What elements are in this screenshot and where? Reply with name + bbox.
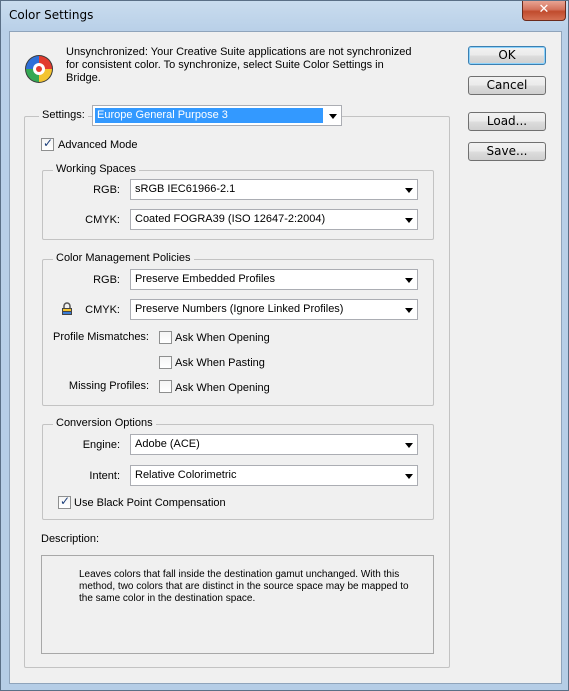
- policy-cmyk-label: CMYK:: [85, 304, 120, 316]
- description-line1: Leaves colors that fall inside the desti…: [79, 569, 400, 580]
- missing-ask-when-opening-label: Ask When Opening: [175, 382, 270, 394]
- working-cmyk-label: CMYK:: [85, 214, 120, 226]
- intent-label: Intent:: [89, 470, 120, 482]
- advanced-mode-label: Advanced Mode: [58, 139, 138, 151]
- settings-label: Settings:: [39, 109, 88, 121]
- save-button[interactable]: Save...: [468, 142, 546, 161]
- intent-dropdown[interactable]: Relative Colorimetric: [130, 465, 418, 486]
- ask-when-pasting-label: Ask When Pasting: [175, 357, 265, 369]
- engine-value: Adobe (ACE): [135, 438, 200, 450]
- load-button[interactable]: Load...: [468, 112, 546, 131]
- advanced-mode-checkbox[interactable]: ✓: [41, 136, 54, 151]
- close-button[interactable]: ✕: [522, 1, 566, 21]
- close-icon: ✕: [538, 2, 550, 17]
- conversion-options-title: Conversion Options: [53, 417, 156, 429]
- working-rgb-value: sRGB IEC61966-2.1: [135, 183, 236, 195]
- description-box: Leaves colors that fall inside the desti…: [41, 555, 434, 654]
- ask-when-opening-checkbox[interactable]: [159, 331, 172, 344]
- chevron-down-icon: [329, 114, 337, 119]
- policies-title: Color Management Policies: [53, 252, 194, 264]
- window-title: Color Settings: [9, 8, 94, 22]
- color-settings-window: Color Settings ✕ Unsynchronized: Your Cr…: [0, 0, 569, 691]
- policy-rgb-value: Preserve Embedded Profiles: [135, 273, 276, 285]
- chevron-down-icon: [405, 308, 413, 313]
- missing-profiles-label: Missing Profiles:: [68, 380, 149, 392]
- color-wheel-icon: [24, 54, 54, 84]
- policy-cmyk-dropdown[interactable]: Preserve Numbers (Ignore Linked Profiles…: [130, 299, 418, 320]
- chevron-down-icon: [405, 474, 413, 479]
- policy-rgb-label: RGB:: [93, 274, 120, 286]
- working-cmyk-value: Coated FOGRA39 (ISO 12647-2:2004): [135, 213, 326, 225]
- chevron-down-icon: [405, 188, 413, 193]
- sync-message-line2: for consistent color. To synchronize, se…: [66, 59, 384, 71]
- policy-rgb-dropdown[interactable]: Preserve Embedded Profiles: [130, 269, 418, 290]
- dialog-client-area: Unsynchronized: Your Creative Suite appl…: [9, 31, 562, 684]
- checkmark-icon: ✓: [60, 494, 71, 508]
- intent-value: Relative Colorimetric: [135, 469, 237, 481]
- working-rgb-dropdown[interactable]: sRGB IEC61966-2.1: [130, 179, 418, 200]
- engine-dropdown[interactable]: Adobe (ACE): [130, 434, 418, 455]
- cancel-button[interactable]: Cancel: [468, 76, 546, 95]
- settings-value: Europe General Purpose 3: [97, 109, 228, 121]
- settings-dropdown[interactable]: Europe General Purpose 3: [92, 105, 342, 126]
- sync-message-line3: Bridge.: [66, 72, 101, 84]
- chevron-down-icon: [405, 443, 413, 448]
- profile-mismatches-label: Profile Mismatches:: [53, 331, 149, 343]
- engine-label: Engine:: [82, 439, 120, 451]
- policy-cmyk-value: Preserve Numbers (Ignore Linked Profiles…: [135, 303, 344, 315]
- checkmark-icon: ✓: [43, 136, 54, 150]
- chevron-down-icon: [405, 218, 413, 223]
- description-label: Description:: [41, 533, 100, 545]
- black-point-compensation-checkbox[interactable]: ✓: [58, 494, 71, 509]
- ask-when-pasting-checkbox[interactable]: [159, 356, 172, 369]
- sync-message-line1: Unsynchronized: Your Creative Suite appl…: [66, 46, 412, 58]
- title-bar[interactable]: Color Settings ✕: [1, 1, 568, 31]
- working-spaces-title: Working Spaces: [53, 163, 139, 175]
- ask-when-opening-label: Ask When Opening: [175, 332, 270, 344]
- description-line3: the same color in the destination space.: [79, 593, 256, 604]
- ok-button[interactable]: OK: [468, 46, 546, 65]
- black-point-compensation-label: Use Black Point Compensation: [74, 497, 226, 509]
- missing-ask-when-opening-checkbox[interactable]: [159, 380, 172, 393]
- working-cmyk-dropdown[interactable]: Coated FOGRA39 (ISO 12647-2:2004): [130, 209, 418, 230]
- chevron-down-icon: [405, 278, 413, 283]
- description-line2: method, two colors that are distinct in …: [79, 581, 409, 592]
- working-rgb-label: RGB:: [93, 184, 120, 196]
